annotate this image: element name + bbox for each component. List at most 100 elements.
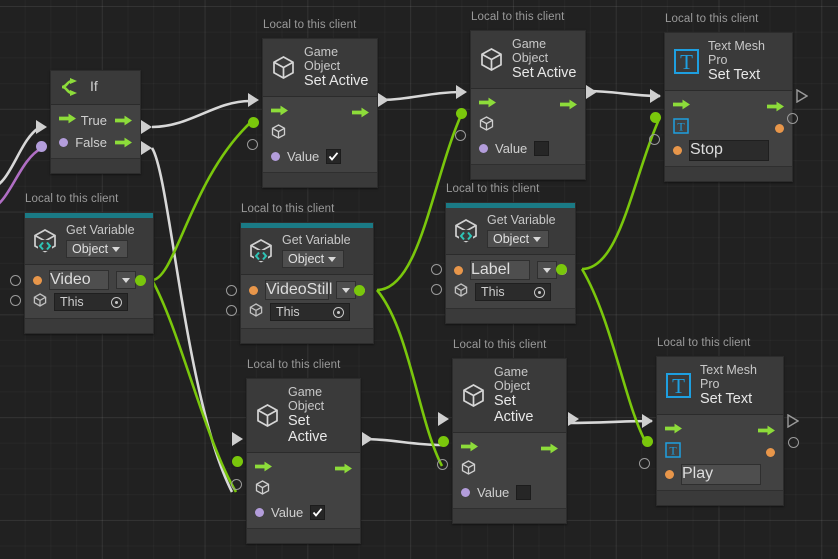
- row-variable-source[interactable]: This: [241, 301, 373, 323]
- settext1-target-in-port[interactable]: [650, 112, 661, 123]
- setactive4-flow-out-port[interactable]: [568, 412, 579, 426]
- getvar-label-in-port-1[interactable]: [431, 264, 442, 275]
- variable-name-field[interactable]: Video: [49, 270, 110, 290]
- settext1-text-in-port[interactable]: [649, 134, 660, 145]
- flow-arrow-out-icon[interactable]: [335, 463, 352, 474]
- setactive4-object-in-port[interactable]: [438, 436, 449, 447]
- setactive3-object-in-port[interactable]: [232, 456, 243, 467]
- if-bool-in-port[interactable]: [36, 141, 47, 152]
- row-text-value[interactable]: Stop: [665, 139, 792, 161]
- settext2-text-in-port[interactable]: [639, 458, 650, 469]
- variable-name-dropdown-button[interactable]: [336, 281, 356, 299]
- node-set-text-2[interactable]: Local to this client T Text Mesh Pro Set…: [656, 337, 784, 507]
- row-variable-source[interactable]: This: [446, 281, 575, 303]
- setactive1-flow-out-port[interactable]: [378, 93, 389, 107]
- if-true-out-port[interactable]: [141, 120, 152, 134]
- setactive3-flow-out-port[interactable]: [362, 432, 373, 446]
- text-value-field[interactable]: Stop: [689, 139, 769, 161]
- node-set-active-1[interactable]: Local to this client Game Object Set Act…: [262, 19, 378, 189]
- port-row-false[interactable]: False: [51, 131, 140, 153]
- row-target[interactable]: T: [657, 441, 783, 463]
- flow-arrow-in-icon[interactable]: [271, 103, 288, 121]
- settext1-value-out-port[interactable]: [787, 113, 798, 124]
- string-output-dot[interactable]: [766, 447, 775, 457]
- row-flow[interactable]: [657, 419, 783, 441]
- row-flow[interactable]: [471, 93, 585, 115]
- row-flow[interactable]: [263, 101, 377, 123]
- flow-arrow-out-false[interactable]: [115, 137, 132, 148]
- flow-arrow-in-icon[interactable]: [479, 95, 496, 113]
- getvar-videostill-in-port-2[interactable]: [226, 305, 237, 316]
- variable-name-dropdown-button[interactable]: [116, 271, 136, 289]
- flow-arrow-out-icon[interactable]: [758, 425, 775, 436]
- settext2-target-in-port[interactable]: [642, 436, 653, 447]
- variable-kind-dropdown[interactable]: Object: [66, 240, 128, 258]
- node-set-text-1[interactable]: Local to this client T Text Mesh Pro Set…: [664, 13, 793, 183]
- variable-source-field[interactable]: This: [54, 293, 128, 311]
- row-flow[interactable]: [665, 95, 792, 117]
- setactive2-flow-out-port[interactable]: [586, 85, 597, 99]
- flow-arrow-out-icon[interactable]: [560, 99, 577, 110]
- setactive1-object-in-port[interactable]: [248, 117, 259, 128]
- getvar-label-in-port-2[interactable]: [431, 284, 442, 295]
- node-get-variable-videostill[interactable]: Local to this client Get Variable Object: [240, 203, 374, 344]
- setactive3-flow-in-port[interactable]: [232, 432, 243, 446]
- getvar-videostill-in-port-1[interactable]: [226, 285, 237, 296]
- object-picker-icon[interactable]: [333, 306, 344, 318]
- setactive2-object-in-port[interactable]: [456, 108, 467, 119]
- row-target[interactable]: [471, 115, 585, 137]
- variable-name-field[interactable]: VideoStill: [265, 280, 332, 300]
- node-set-active-2[interactable]: Local to this client Game Object Set Act…: [470, 11, 586, 181]
- variable-name-dropdown-button[interactable]: [537, 261, 557, 279]
- object-picker-icon[interactable]: [111, 296, 122, 308]
- row-text-value[interactable]: Play: [657, 463, 783, 485]
- setactive4-value-in-port[interactable]: [437, 459, 448, 470]
- row-value[interactable]: Value: [247, 501, 360, 523]
- getvar-video-out-port[interactable]: [135, 275, 146, 286]
- variable-name-field[interactable]: Label: [470, 260, 530, 280]
- object-picker-icon[interactable]: [534, 286, 545, 298]
- node-get-variable-video[interactable]: Local to this client Get Variable Object: [24, 193, 154, 334]
- getvar-video-in-port-1[interactable]: [10, 275, 21, 286]
- variable-kind-dropdown[interactable]: Object: [487, 230, 549, 248]
- getvar-video-in-port-2[interactable]: [10, 295, 21, 306]
- variable-source-field[interactable]: This: [475, 283, 551, 301]
- row-target[interactable]: [263, 123, 377, 145]
- string-output-dot[interactable]: [775, 123, 784, 133]
- value-checkbox[interactable]: [326, 148, 342, 164]
- flow-arrow-out-icon[interactable]: [541, 443, 558, 454]
- setactive1-flow-in-port[interactable]: [248, 93, 259, 107]
- node-set-active-4[interactable]: Local to this client Game Object Set Act…: [452, 339, 567, 525]
- settext2-value-out-port[interactable]: [788, 437, 799, 448]
- node-get-variable-label[interactable]: Local to this client Get Variable Object: [445, 183, 576, 324]
- flow-arrow-in-icon[interactable]: [665, 421, 682, 439]
- setactive2-value-in-port[interactable]: [455, 130, 466, 141]
- row-value[interactable]: Value: [453, 481, 566, 503]
- flow-arrow-out-true[interactable]: [115, 115, 132, 126]
- variable-kind-dropdown[interactable]: Object: [282, 250, 344, 268]
- flow-arrow-in-icon[interactable]: [255, 459, 272, 477]
- text-value-field[interactable]: Play: [681, 463, 761, 485]
- flow-arrow-in-icon[interactable]: [461, 439, 478, 457]
- settext1-flow-out-port[interactable]: [796, 88, 809, 108]
- flow-arrow-in-icon[interactable]: [673, 97, 690, 115]
- row-value[interactable]: Value: [471, 137, 585, 159]
- row-target[interactable]: [247, 479, 360, 501]
- variable-source-field[interactable]: This: [270, 303, 350, 321]
- flow-arrow-out-icon[interactable]: [352, 107, 369, 118]
- row-target[interactable]: [453, 459, 566, 481]
- if-false-out-port[interactable]: [141, 141, 152, 155]
- row-variable-source[interactable]: This: [25, 291, 153, 313]
- port-row-true[interactable]: True: [51, 109, 140, 131]
- getvar-videostill-out-port[interactable]: [354, 285, 365, 296]
- row-flow[interactable]: [247, 457, 360, 479]
- setactive4-flow-in-port[interactable]: [438, 412, 449, 426]
- row-variable-name[interactable]: Video: [25, 269, 153, 291]
- row-target[interactable]: T: [665, 117, 792, 139]
- graph-canvas[interactable]: .wf{fill:none;stroke:#d8d8d8;stroke-widt…: [0, 0, 838, 559]
- value-checkbox[interactable]: [534, 140, 550, 156]
- setactive1-value-in-port[interactable]: [247, 139, 258, 150]
- node-set-active-3[interactable]: Local to this client Game Object Set Act…: [246, 359, 361, 545]
- flow-arrow-out-icon[interactable]: [767, 101, 784, 112]
- value-checkbox[interactable]: [516, 484, 532, 500]
